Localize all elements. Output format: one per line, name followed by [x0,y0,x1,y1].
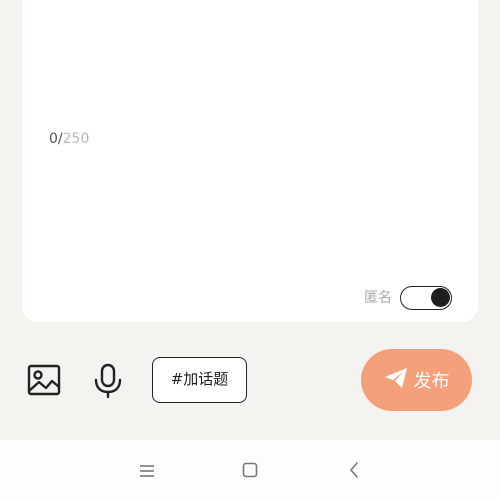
anonymous-label: 匿名 [364,290,392,306]
publish-label: 发布 [413,371,450,392]
microphone-icon[interactable] [92,363,124,399]
back-icon[interactable] [348,461,360,479]
add-topic-button[interactable]: #加话题 [152,357,247,403]
publish-button[interactable]: 发布 [361,349,472,411]
anonymous-toggle[interactable] [400,286,452,310]
char-max: 250 [62,131,90,147]
character-counter: 0/250 [49,131,89,147]
image-icon[interactable] [27,364,61,396]
paper-plane-icon [384,367,408,394]
toggle-knob [431,288,450,307]
menu-icon[interactable] [138,463,156,477]
char-count: 0 [49,131,58,147]
home-icon[interactable] [242,462,258,478]
post-editor-card[interactable] [22,0,478,322]
